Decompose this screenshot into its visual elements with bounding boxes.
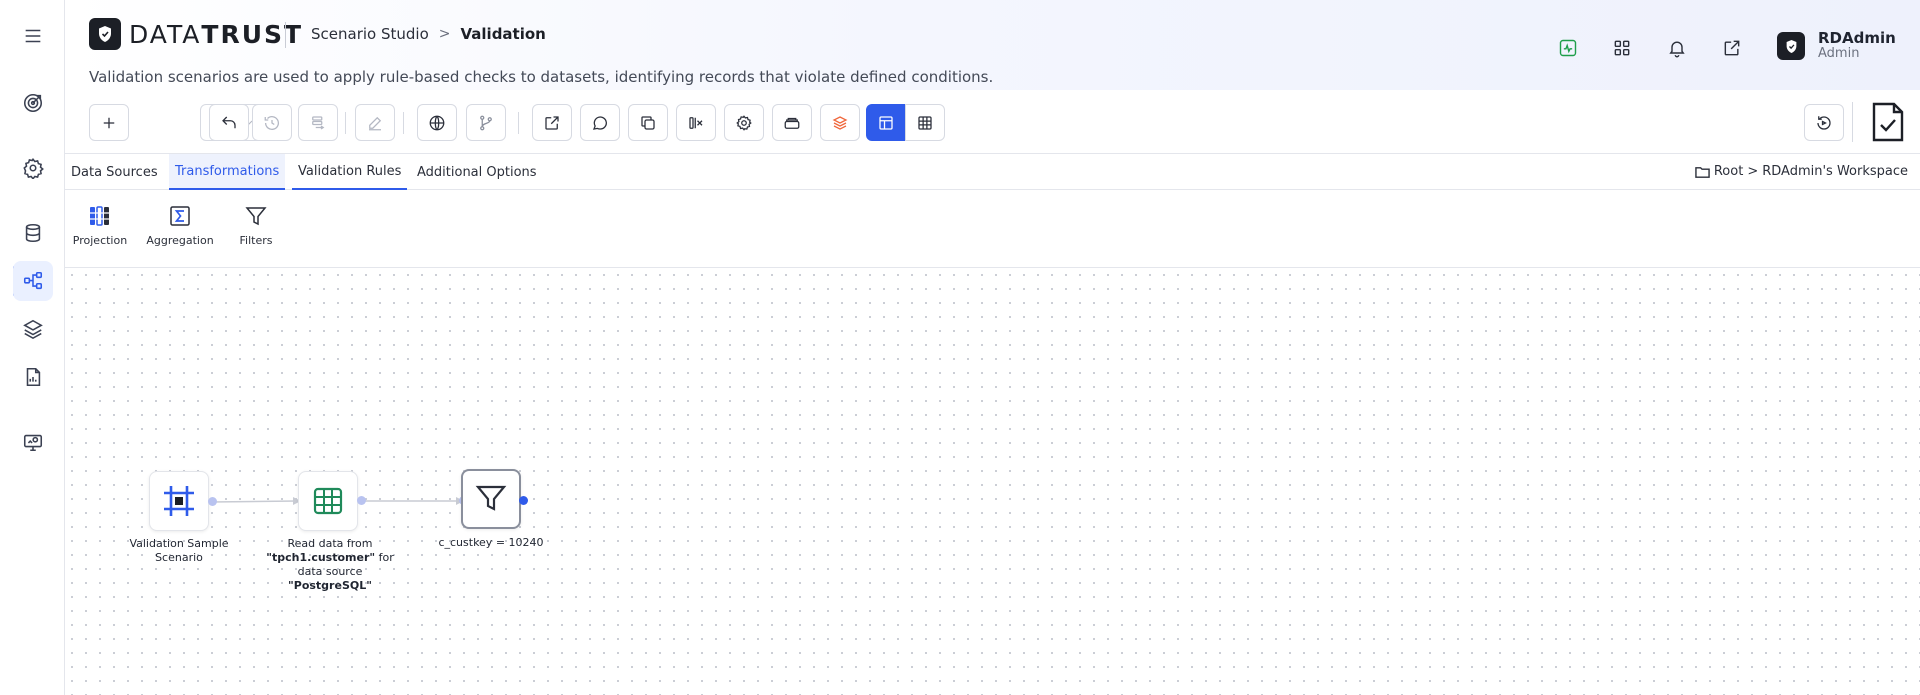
gear-button[interactable]	[724, 104, 764, 141]
user-role: Admin	[1818, 46, 1860, 61]
projection-icon	[90, 206, 109, 226]
restore-button[interactable]	[1804, 104, 1844, 141]
shield-icon	[89, 18, 121, 50]
brand-logo[interactable]: DATATRUST	[89, 18, 303, 50]
top-header: DATATRUST Scenario Studio > Validation V…	[65, 0, 1920, 90]
bell-icon[interactable]	[1664, 35, 1690, 61]
page-title: Validation	[460, 25, 546, 43]
export-button[interactable]	[532, 104, 572, 141]
breadcrumb-scenario-studio[interactable]: Scenario Studio	[311, 25, 429, 43]
avatar	[1777, 32, 1805, 60]
toolbar-divider	[518, 112, 519, 134]
workspace-breadcrumb[interactable]: Root > RDAdmin's Workspace	[1695, 164, 1908, 179]
transformation-palette: Projection Aggregation Filters	[65, 190, 1920, 268]
node-output-port[interactable]	[519, 496, 528, 505]
node-label: c_custkey = 10240	[438, 536, 544, 549]
filter-node[interactable]	[461, 469, 521, 529]
node-output-port[interactable]	[208, 497, 217, 506]
globe-button[interactable]	[417, 104, 457, 141]
activity-icon[interactable]	[1555, 35, 1581, 61]
brand-name: DATATRUST	[129, 19, 304, 49]
archive-button[interactable]	[772, 104, 812, 141]
comment-button[interactable]	[580, 104, 620, 141]
app-root: DATATRUST Scenario Studio > Validation V…	[0, 0, 1920, 695]
node-label: Validation Sample Scenario	[129, 537, 229, 564]
compare-button[interactable]	[676, 104, 716, 141]
palette-label: Aggregation	[146, 234, 214, 247]
copy-button[interactable]	[628, 104, 668, 141]
tab-validation-rules[interactable]: Validation Rules	[292, 154, 408, 190]
chevron-right-icon: >	[438, 26, 451, 42]
palette-label: Projection	[72, 234, 128, 247]
report-icon[interactable]	[13, 357, 53, 397]
toolbar-divider	[345, 112, 346, 134]
add-button[interactable]	[89, 104, 129, 141]
tab-additional-options[interactable]: Additional Options	[411, 154, 543, 190]
menu-icon[interactable]	[13, 16, 53, 56]
node-label: Read data from "tpch1.customer" for data…	[266, 537, 394, 592]
workspace-name[interactable]: RDAdmin's Workspace	[1762, 164, 1908, 179]
apps-grid-icon[interactable]	[1609, 35, 1635, 61]
history-button[interactable]	[252, 104, 292, 141]
chevron-right-icon: >	[1747, 164, 1759, 179]
workflow-canvas[interactable]: Validation Sample Scenario Read data fro…	[65, 268, 1920, 695]
filter-icon	[245, 207, 267, 226]
user-name: RDAdmin	[1818, 29, 1896, 47]
settings-icon[interactable]	[13, 148, 53, 188]
scenario-node[interactable]	[149, 471, 209, 531]
node-output-port[interactable]	[357, 496, 366, 505]
breadcrumb: Scenario Studio > Validation	[311, 25, 546, 43]
palette-projection[interactable]: Projection	[65, 204, 135, 247]
page-subtitle: Validation scenarios are used to apply r…	[89, 68, 994, 86]
scenario-frame-icon	[164, 486, 194, 516]
workflow-icon[interactable]	[13, 261, 53, 301]
folder-icon	[1695, 166, 1710, 178]
workspace-root[interactable]: Root	[1714, 164, 1743, 179]
toolbar	[65, 90, 1920, 154]
tab-data-sources[interactable]: Data Sources	[65, 154, 164, 190]
palette-label: Filters	[239, 234, 273, 247]
sigma-icon	[170, 206, 190, 226]
layout-view-button[interactable]	[866, 104, 906, 141]
undo-button[interactable]	[209, 104, 249, 141]
header-divider	[285, 22, 286, 48]
target-icon[interactable]	[13, 83, 53, 123]
toolbar-divider	[1852, 102, 1853, 142]
toolbar-divider	[403, 112, 404, 134]
database-icon[interactable]	[13, 213, 53, 253]
datasource-node[interactable]	[298, 471, 358, 531]
layers-icon[interactable]	[13, 309, 53, 349]
left-sidebar	[0, 0, 65, 695]
document-check-icon[interactable]	[1870, 102, 1906, 142]
user-menu[interactable]: RDAdmin Admin	[1777, 30, 1896, 62]
table-view-button[interactable]	[905, 104, 945, 141]
external-link-icon[interactable]	[1719, 35, 1745, 61]
tab-transformations[interactable]: Transformations	[169, 154, 286, 190]
palette-filters[interactable]: Filters	[221, 204, 291, 247]
schema-button[interactable]	[298, 104, 338, 141]
monitor-icon[interactable]	[13, 422, 53, 462]
edit-button[interactable]	[355, 104, 395, 141]
layers-stack-button[interactable]	[820, 104, 860, 141]
table-icon	[313, 487, 343, 515]
filter-icon	[475, 485, 507, 511]
branch-button[interactable]	[466, 104, 506, 141]
tab-bar: Data Sources Transformations Validation …	[65, 154, 1920, 190]
palette-aggregation[interactable]: Aggregation	[145, 204, 215, 247]
